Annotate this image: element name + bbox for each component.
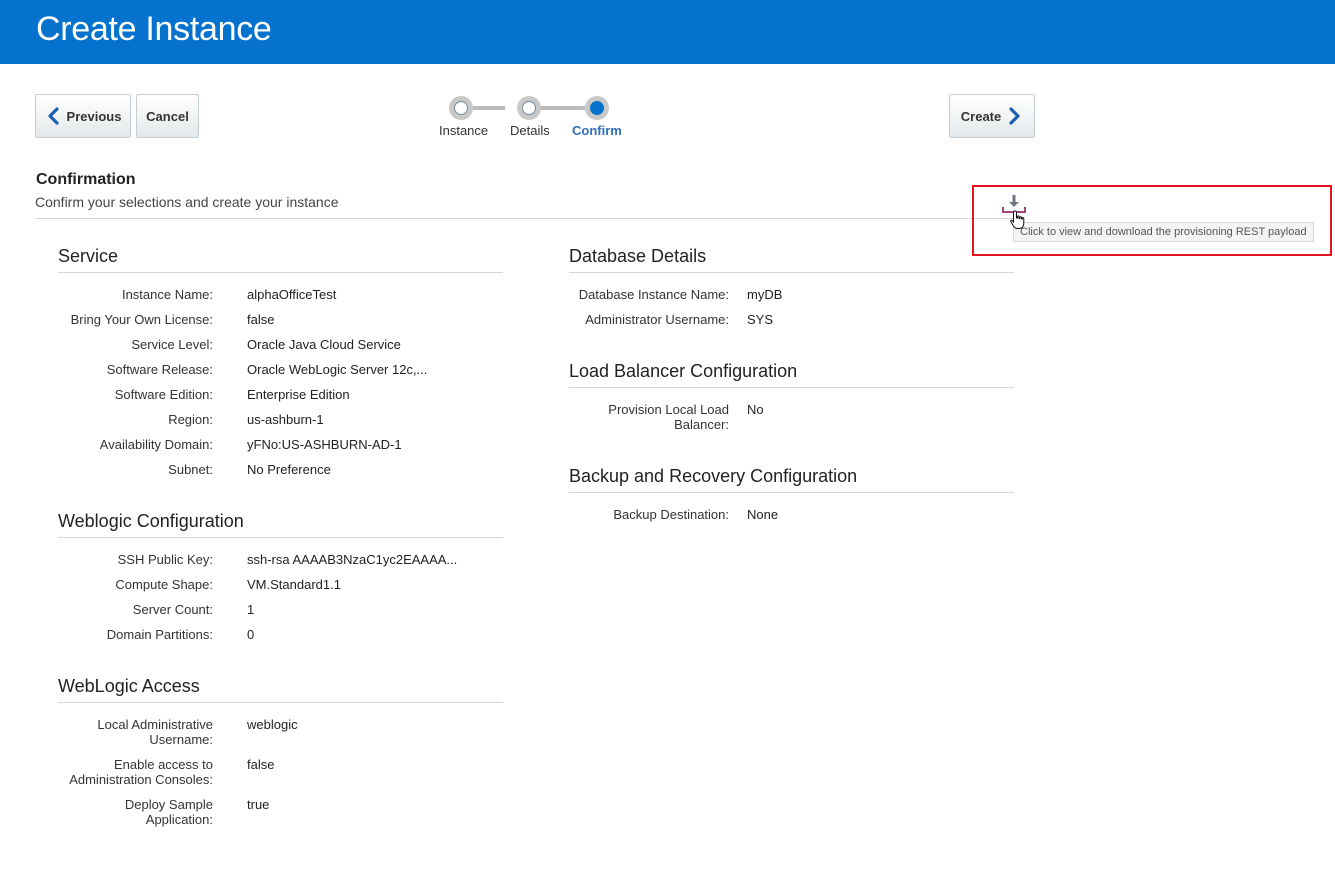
detail-value: false [247,312,275,327]
divider [35,218,1020,219]
detail-label: Provision Local Load Balancer: [569,402,729,432]
detail-value: alphaOfficeTest [247,287,337,302]
backup-section: Backup and Recovery Configuration [569,466,1014,493]
detail-label: Software Edition: [114,387,213,402]
detail-value: 1 [247,602,255,617]
detail-label: Administrator Username: [585,312,729,327]
detail-label: Deploy Sample Application: [58,797,213,827]
weblogic-config-section: Weblogic Configuration [58,511,503,538]
detail-label-line: Username: [149,732,213,747]
detail-label: Instance Name: [121,287,213,302]
detail-value: ssh-rsa AAAAB3NzaC1yc2EAAAA... [247,552,458,567]
detail-label: Domain Partitions: [106,627,213,642]
previous-button[interactable]: Previous [35,94,131,138]
detail-value: us-ashburn-1 [247,412,324,427]
create-button[interactable]: Create [949,94,1035,138]
chevron-left-icon [47,107,59,125]
detail-label: Bring Your Own License: [70,312,213,327]
section-title: Service [58,246,119,266]
hand-cursor-icon [1010,210,1025,229]
detail-label-line: Local Administrative [97,717,213,732]
cancel-button-label: Cancel [146,108,189,124]
page-title: Create Instance [36,10,272,48]
detail-value: yFNo:US-ASHBURN-AD-1 [247,437,402,452]
section-title: Database Details [569,246,707,266]
detail-value: weblogic [247,717,298,732]
detail-value: Oracle Java Cloud Service [247,337,401,352]
detail-label: Server Count: [132,602,213,617]
train-stop-instance[interactable] [449,96,473,120]
train-stop-details[interactable] [517,96,541,120]
detail-value: No Preference [247,462,331,477]
detail-value: myDB [747,287,783,302]
confirmation-title: Confirmation [36,171,136,188]
page-header: Create Instance [0,0,1335,64]
detail-value: true [247,797,270,812]
detail-label-line: Administration Consoles: [69,772,213,787]
section-title: Load Balancer Configuration [569,361,798,381]
detail-value: Oracle WebLogic Server 12c,... [247,362,428,377]
detail-value: 0 [247,627,255,642]
section-title: Weblogic Configuration [58,511,244,531]
train-stop-confirm [585,96,609,120]
detail-label: Software Release: [106,362,213,377]
create-button-label: Create [960,108,1002,124]
detail-label: Availability Domain: [99,437,213,452]
weblogic-access-section: WebLogic Access [58,676,503,703]
detail-value: Enterprise Edition [247,387,350,402]
detail-label-line: Deploy Sample [124,797,213,812]
detail-label: Region: [168,412,213,427]
step-train: Instance Details Confirm [436,96,636,141]
detail-label-line: Provision Local Load [608,402,729,417]
detail-label: Compute Shape: [115,577,213,592]
service-section: Service [58,246,503,273]
section-title: Backup and Recovery Configuration [569,466,858,486]
detail-label-line: Application: [145,812,213,827]
detail-label: Service Level: [131,337,213,352]
detail-label: SSH Public Key: [117,552,213,567]
train-label-confirm: Confirm [572,123,622,138]
detail-value: VM.Standard1.1 [247,577,341,592]
train-label-details[interactable]: Details [510,123,550,138]
load-balancer-section: Load Balancer Configuration [569,361,1014,388]
download-tooltip: Click to view and download the provision… [1013,222,1314,242]
detail-value: false [247,757,275,772]
section-title: WebLogic Access [58,676,200,696]
detail-label-line: Enable access to [113,757,213,772]
cancel-button[interactable]: Cancel [136,94,199,138]
database-section: Database Details [569,246,1014,273]
detail-label: Backup Destination: [613,507,729,522]
detail-label: Local Administrative Username: [58,717,213,747]
train-label-instance[interactable]: Instance [439,123,488,138]
detail-label-line: Balancer: [674,417,729,432]
confirmation-subtitle: Confirm your selections and create your … [35,194,339,210]
detail-label: Enable access to Administration Consoles… [58,757,213,787]
detail-value: SYS [747,312,774,327]
chevron-right-icon [1009,107,1020,125]
detail-label: Database Instance Name: [578,287,729,302]
detail-value: No [747,402,764,417]
detail-label: Subnet: [168,462,213,477]
previous-button-label: Previous [66,108,122,124]
detail-value: None [747,507,779,522]
